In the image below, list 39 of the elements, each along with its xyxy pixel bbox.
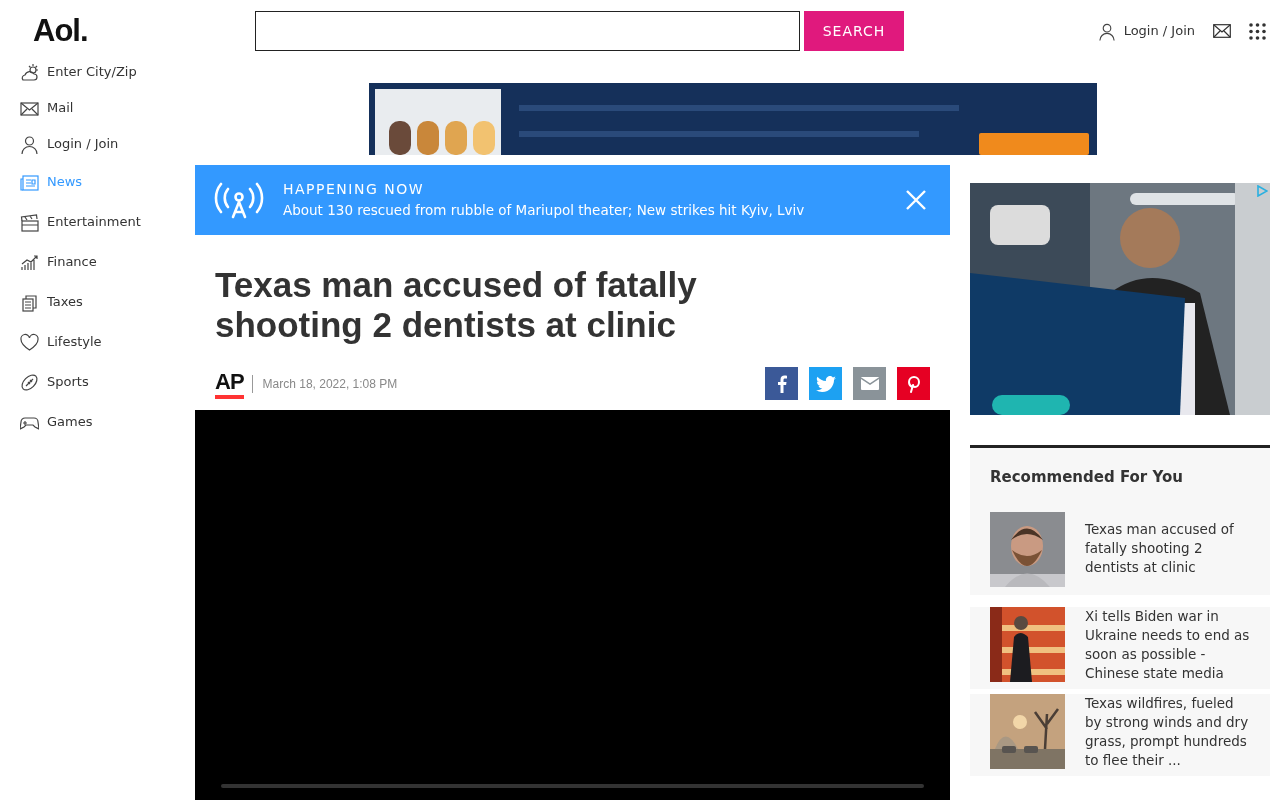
login-link[interactable]: Login / Join <box>1097 21 1195 41</box>
user-icon <box>20 134 39 154</box>
user-icon <box>1097 21 1116 41</box>
sidebar-item[interactable]: Login / Join <box>0 126 195 162</box>
article-title: Texas man accused of fatally shooting 2 dentists at clinic <box>215 265 698 345</box>
source-logo[interactable]: AP <box>215 368 244 399</box>
pin-icon <box>906 374 921 393</box>
bird-icon <box>815 375 836 392</box>
clapperboard-icon <box>20 212 39 232</box>
publish-date: March 18, 2022, 1:08 PM <box>251 374 398 393</box>
sidebar-item[interactable]: Mail <box>0 90 195 126</box>
football-icon <box>20 372 39 392</box>
sidebar-item[interactable]: Lifestyle <box>0 322 195 362</box>
newspaper-icon <box>20 172 39 192</box>
close-icon[interactable] <box>906 190 926 210</box>
section-heading: Recommended For You <box>989 467 1184 488</box>
facebook-share-button[interactable] <box>765 367 798 400</box>
sidebar-item[interactable]: Games <box>0 402 195 442</box>
search-button[interactable]: SEARCH <box>804 11 904 51</box>
search-field[interactable] <box>255 11 800 51</box>
sidebar-item[interactable]: Entertainment <box>0 202 195 242</box>
facebook-icon <box>776 374 787 393</box>
location-field[interactable]: Enter City/Zip <box>0 54 195 90</box>
twitter-share-button[interactable] <box>809 367 842 400</box>
mail-icon[interactable] <box>1213 24 1231 38</box>
apps-grid-icon[interactable] <box>1249 22 1266 40</box>
logo[interactable]: Aol. <box>33 11 195 51</box>
chart-icon <box>20 252 39 272</box>
sidebar-item[interactable]: Finance <box>0 242 195 282</box>
sidebar-item[interactable]: Taxes <box>0 282 195 322</box>
heart-icon <box>20 332 39 352</box>
breaking-label: HAPPENING NOW <box>283 180 426 200</box>
envelope-icon <box>860 377 879 390</box>
weather-icon <box>20 62 39 82</box>
pinterest-share-button[interactable] <box>897 367 930 400</box>
broadcast-icon <box>213 180 265 220</box>
email-share-button[interactable] <box>853 367 886 400</box>
sidebar-item[interactable]: Sports <box>0 362 195 402</box>
documents-icon <box>20 292 39 312</box>
